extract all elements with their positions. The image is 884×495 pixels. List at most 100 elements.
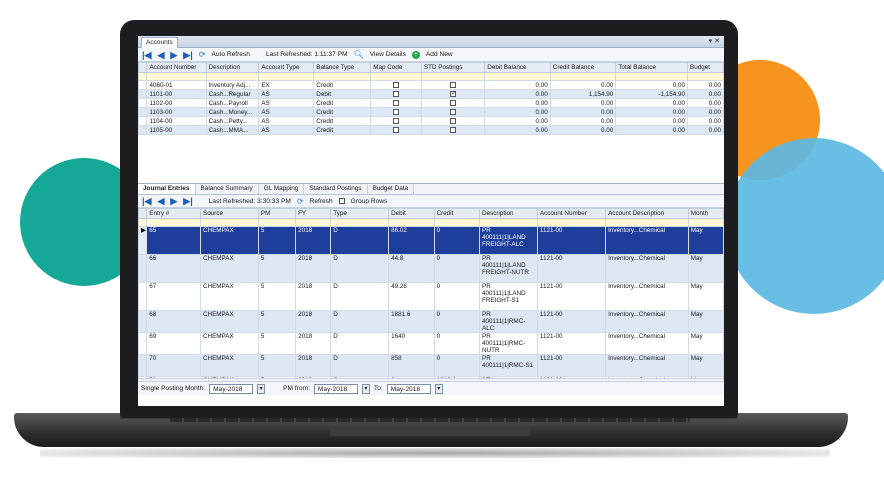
cell-source[interactable]: CHEMPAX [200,282,259,311]
cell-account-type[interactable]: AS [258,116,315,126]
row-selector[interactable] [138,116,148,126]
cell-map-code[interactable] [370,125,422,135]
cell-debit-balance[interactable]: 0.00 [484,107,551,117]
row-selector[interactable] [138,98,148,108]
cell-account-description[interactable]: Inventory...Chemical [605,254,689,283]
cell-credit[interactable]: 0 [433,310,481,333]
prev-entry-icon[interactable]: ◀ [157,195,164,207]
cell-fy[interactable]: 2018 [295,310,332,333]
cell-debit[interactable]: 1881.6 [388,310,435,333]
chevron-down-icon[interactable]: ▾ [361,383,370,394]
cell-map-code[interactable] [370,116,422,126]
cell-source[interactable]: CHEMPAX [200,310,259,333]
next-entry-icon[interactable]: ▶ [170,195,177,207]
cell-account-type[interactable]: AS [258,125,315,135]
checkbox[interactable] [450,126,457,133]
table-row[interactable]: 1101-00Cash...RegularASDebit0.001,154.90… [138,89,724,99]
cell-budget[interactable]: 0.00 [687,116,724,126]
cell-credit-balance[interactable]: 0.00 [549,80,617,90]
cell-debit-balance[interactable]: 0.00 [484,125,551,135]
table-row[interactable]: 70 CHEMPAX 5 2018 D 858 0 PR 400111|1|RMC-S1 112… [138,354,724,377]
cell-description[interactable]: PR 400111|1|RMC-S1 [479,354,538,377]
col-debit[interactable]: Debit [388,208,435,219]
cell-entry-number[interactable]: 68 [146,310,201,333]
row-selector[interactable] [138,332,148,355]
col-balance-type[interactable]: Balance Type [313,62,372,73]
cell-total-balance[interactable]: 0.00 [615,80,689,90]
last-record-icon[interactable]: ▶| [183,49,192,61]
cell-credit-balance[interactable]: 0.00 [549,107,617,117]
cell-credit-balance[interactable]: 0.00 [549,125,617,135]
cell-debit-balance[interactable]: 0.00 [484,116,551,126]
row-selector[interactable] [138,254,148,283]
cell-budget[interactable]: 0.00 [687,89,724,99]
cell-std-postings[interactable] [420,125,486,135]
cell-debit-balance[interactable]: 0.00 [484,89,551,99]
cell-source[interactable]: CHEMPAX [200,354,259,377]
col-entry-description[interactable]: Description [479,208,538,219]
col-month[interactable]: Month [687,208,724,219]
cell-type[interactable]: D [330,332,390,355]
cell-std-postings[interactable] [420,116,486,126]
cell-month[interactable]: May [687,354,724,377]
filter-row[interactable] [138,72,724,81]
cell-entry-number[interactable]: 67 [146,282,201,311]
subtab-balance-summary[interactable]: Balance Summary [196,184,259,194]
checkbox[interactable] [393,81,400,88]
cell-account-number[interactable]: 1121-00 [536,226,607,255]
col-std-postings[interactable]: STD Postings [420,62,486,73]
checkbox[interactable] [450,99,457,106]
col-pm[interactable]: PM [257,208,297,219]
table-row[interactable]: 1102-00 Cash...Payroll AS Credit 0.00 0.00 0.0… [138,98,724,108]
cell-debit[interactable]: 1640 [388,332,435,355]
table-row[interactable]: 68 CHEMPAX 5 2018 D 1881.6 0 PR 400111|1|RMC-AL… [138,310,724,333]
cell-fy[interactable]: 2018 [295,354,332,377]
col-map-code[interactable]: Map Code [370,62,422,73]
cell-description[interactable]: PR 400111|1|LAND FREIGHT-ALC [479,226,538,255]
cell-credit[interactable]: 0 [433,332,481,355]
cell-debit-balance[interactable]: 0.00 [484,98,551,108]
subtab-gl-mapping[interactable]: GL Mapping [259,184,305,194]
row-selector[interactable] [138,125,148,135]
table-row[interactable]: 67 CHEMPAX 5 2018 D 49.28 0 PR 400111|1|LAND FR… [138,282,724,311]
cell-balance-type[interactable]: Credit [313,125,372,135]
cell-description[interactable]: PR 400111|1|LAND FREIGHT-NUTR [479,254,538,283]
cell-description[interactable]: Cash...Petty... [205,116,260,126]
col-source[interactable]: Source [200,208,259,219]
cell-budget[interactable]: 0.00 [687,107,724,117]
table-row[interactable]: 69 CHEMPAX 5 2018 D 1640 0 PR 400111|1|RMC-NUTR… [138,332,724,355]
cell-source[interactable]: CHEMPAX [200,332,259,355]
chevron-down-icon[interactable]: ▾ [257,383,266,394]
checkbox[interactable] [450,90,457,97]
cell-balance-type[interactable]: Credit [313,116,372,126]
cell-description[interactable]: PR 400111|1|RMC-ALC [479,310,538,333]
table-row[interactable]: 1104-00 Cash...Petty... AS Credit 0.00 0.00 0.… [138,116,724,126]
row-selector[interactable] [138,354,148,377]
cell-total-balance[interactable]: 0.00 [615,98,689,108]
cell-credit[interactable]: 0 [433,354,481,377]
row-selector[interactable]: ▶ [138,226,148,255]
chevron-down-icon[interactable]: ▾ [434,383,443,394]
cell-map-code[interactable] [370,80,422,90]
checkbox[interactable] [393,117,400,124]
cell-description[interactable]: Cash...Regular [205,89,260,99]
refresh-button[interactable]: Refresh [310,198,333,205]
cell-credit-balance[interactable]: 0.00 [549,98,617,108]
cell-account-number[interactable]: 1121-00 [536,332,607,355]
tab-accounts[interactable]: Accounts [141,37,178,48]
row-selector[interactable] [138,310,148,333]
cell-entry-number[interactable]: 70 [146,354,201,377]
col-description[interactable]: Description [205,62,260,73]
cell-credit[interactable]: 0 [433,282,481,311]
col-fy[interactable]: FY [295,208,332,219]
cell-total-balance[interactable]: 0.00 [615,116,689,126]
cell-entry-number[interactable]: 69 [146,332,201,355]
cell-map-code[interactable] [370,107,422,117]
cell-type[interactable]: D [330,226,390,255]
col-credit-balance[interactable]: Credit Balance [549,62,617,73]
cell-credit[interactable]: 0 [433,254,481,283]
col-account-type[interactable]: Account Type [258,62,315,73]
cell-std-postings[interactable] [420,89,486,99]
cell-pm[interactable]: 5 [257,310,297,333]
cell-fy[interactable]: 2018 [295,254,332,283]
